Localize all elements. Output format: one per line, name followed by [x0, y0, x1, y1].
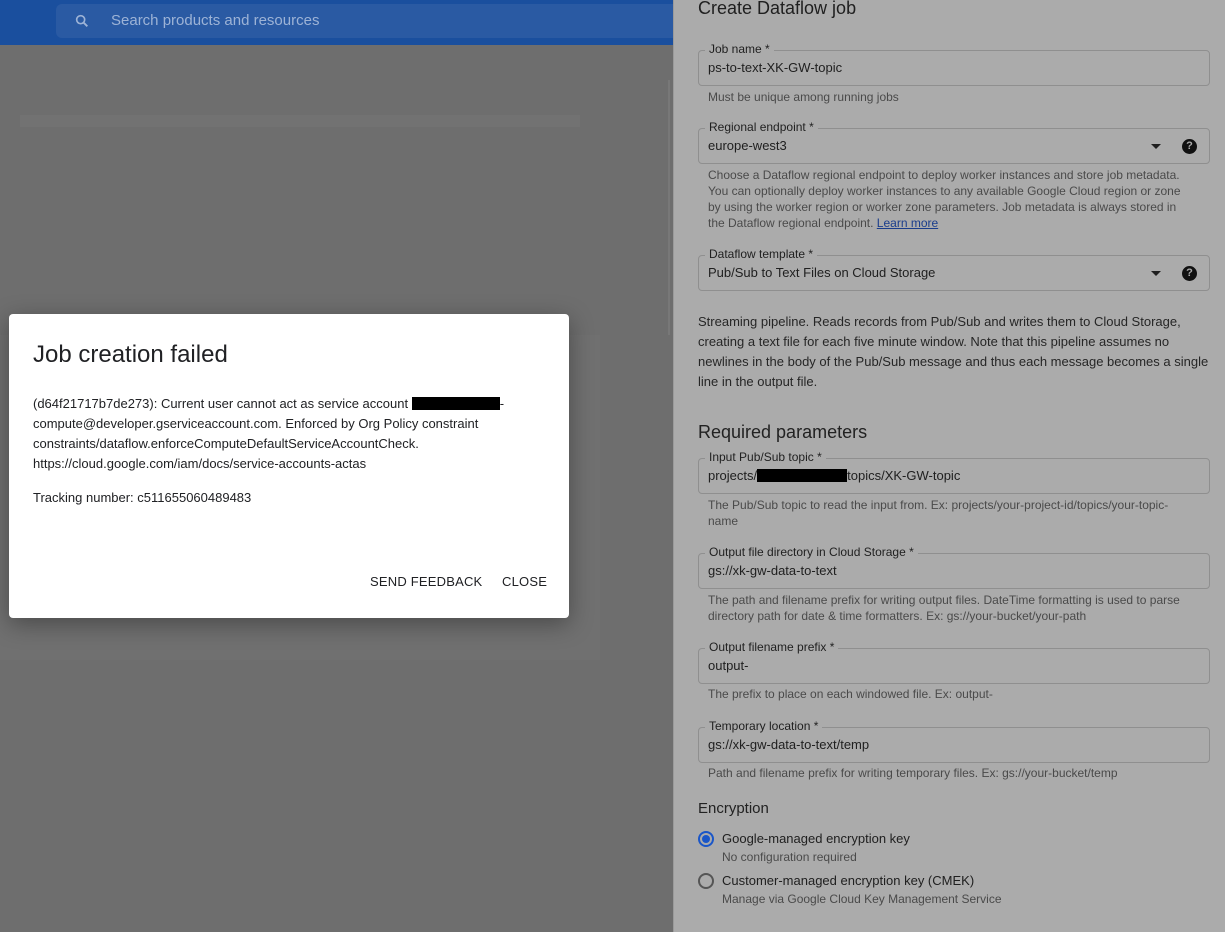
cmek-radio[interactable]: [698, 873, 714, 889]
pubsub-topic-label: Input Pub/Sub topic *: [705, 450, 826, 464]
temp-location-hint: Path and filename prefix for writing tem…: [708, 766, 1118, 780]
backdrop-divider: [668, 80, 670, 335]
regional-endpoint-value[interactable]: europe-west3: [708, 138, 787, 153]
output-prefix-input[interactable]: output-: [708, 658, 748, 673]
job-name-label: Job name *: [705, 42, 774, 56]
output-directory-label: Output file directory in Cloud Storage *: [705, 545, 918, 559]
output-prefix-hint: The prefix to place on each windowed fil…: [708, 687, 993, 701]
cmek-sub: Manage via Google Cloud Key Management S…: [722, 892, 1002, 906]
job-failed-dialog: Job creation failed (d64f21717b7de273): …: [9, 314, 569, 618]
dropdown-arrow-icon[interactable]: [1151, 144, 1161, 149]
temp-location-label: Temporary location *: [705, 719, 823, 733]
regional-endpoint-select[interactable]: Regional endpoint * europe-west3 ?: [698, 120, 1210, 164]
pubsub-topic-prefix: projects/: [708, 468, 758, 483]
search-icon: [75, 14, 88, 27]
dataflow-template-select[interactable]: Dataflow template * Pub/Sub to Text File…: [698, 247, 1210, 291]
dialog-message: (d64f21717b7de273): Current user cannot …: [33, 394, 513, 474]
required-parameters-title: Required parameters: [698, 422, 868, 442]
output-prefix-label: Output filename prefix *: [705, 640, 839, 654]
output-prefix-field[interactable]: Output filename prefix * output-: [698, 640, 1210, 684]
panel-title: Create Dataflow job: [698, 0, 857, 18]
template-description: Streaming pipeline. Reads records from P…: [698, 314, 1209, 389]
regional-endpoint-hint-text: Choose a Dataflow regional endpoint to d…: [708, 168, 1181, 230]
dataflow-template-label: Dataflow template *: [705, 247, 818, 261]
top-app-bar: Search products and resources: [0, 0, 696, 45]
output-directory-hint: The path and filename prefix for writing…: [708, 593, 1180, 623]
google-managed-key-label[interactable]: Google-managed encryption key: [722, 831, 910, 846]
pubsub-topic-suffix: topics/XK-GW-topic: [847, 468, 961, 483]
redacted-block: [411, 397, 500, 410]
tracking-number: Tracking number: c511655060489483: [33, 490, 252, 505]
pubsub-topic-input[interactable]: projects/topics/XK-GW-topic: [708, 468, 960, 483]
create-job-panel: Create Dataflow job Job name * ps-to-tex…: [673, 0, 1225, 932]
learn-more-link[interactable]: Learn more: [877, 216, 938, 230]
dropdown-arrow-icon[interactable]: [1151, 271, 1161, 276]
search-bar[interactable]: Search products and resources: [56, 4, 696, 38]
pubsub-topic-hint: The Pub/Sub topic to read the input from…: [708, 498, 1169, 528]
google-managed-key-radio[interactable]: [698, 831, 714, 847]
job-name-input[interactable]: ps-to-text-XK-GW-topic: [708, 60, 842, 75]
encryption-title: Encryption: [698, 800, 769, 817]
backdrop-strip: [20, 115, 580, 127]
job-name-hint: Must be unique among running jobs: [708, 90, 899, 104]
temp-location-input[interactable]: gs://xk-gw-data-to-text/temp: [708, 737, 869, 752]
regional-endpoint-label: Regional endpoint *: [705, 120, 818, 134]
regional-endpoint-hint: Choose a Dataflow regional endpoint to d…: [708, 167, 1188, 231]
dialog-message-start: (d64f21717b7de273): Current user cannot …: [33, 396, 412, 411]
dataflow-template-value[interactable]: Pub/Sub to Text Files on Cloud Storage: [708, 265, 935, 280]
cmek-label[interactable]: Customer-managed encryption key (CMEK): [722, 873, 974, 888]
output-directory-input[interactable]: gs://xk-gw-data-to-text: [708, 563, 837, 578]
google-managed-key-sub: No configuration required: [722, 850, 857, 864]
close-button[interactable]: CLOSE: [502, 574, 547, 589]
help-icon[interactable]: ?: [1182, 266, 1197, 281]
job-name-field[interactable]: Job name * ps-to-text-XK-GW-topic: [698, 42, 1210, 86]
send-feedback-button[interactable]: SEND FEEDBACK: [370, 574, 482, 589]
dialog-title: Job creation failed: [33, 341, 228, 368]
help-icon[interactable]: ?: [1182, 139, 1197, 154]
search-input[interactable]: Search products and resources: [111, 12, 319, 29]
temp-location-field[interactable]: Temporary location * gs://xk-gw-data-to-…: [698, 719, 1210, 763]
output-directory-field[interactable]: Output file directory in Cloud Storage *…: [698, 545, 1210, 589]
redacted-block: [757, 469, 848, 482]
pubsub-topic-field[interactable]: Input Pub/Sub topic * projects/topics/XK…: [698, 450, 1210, 494]
